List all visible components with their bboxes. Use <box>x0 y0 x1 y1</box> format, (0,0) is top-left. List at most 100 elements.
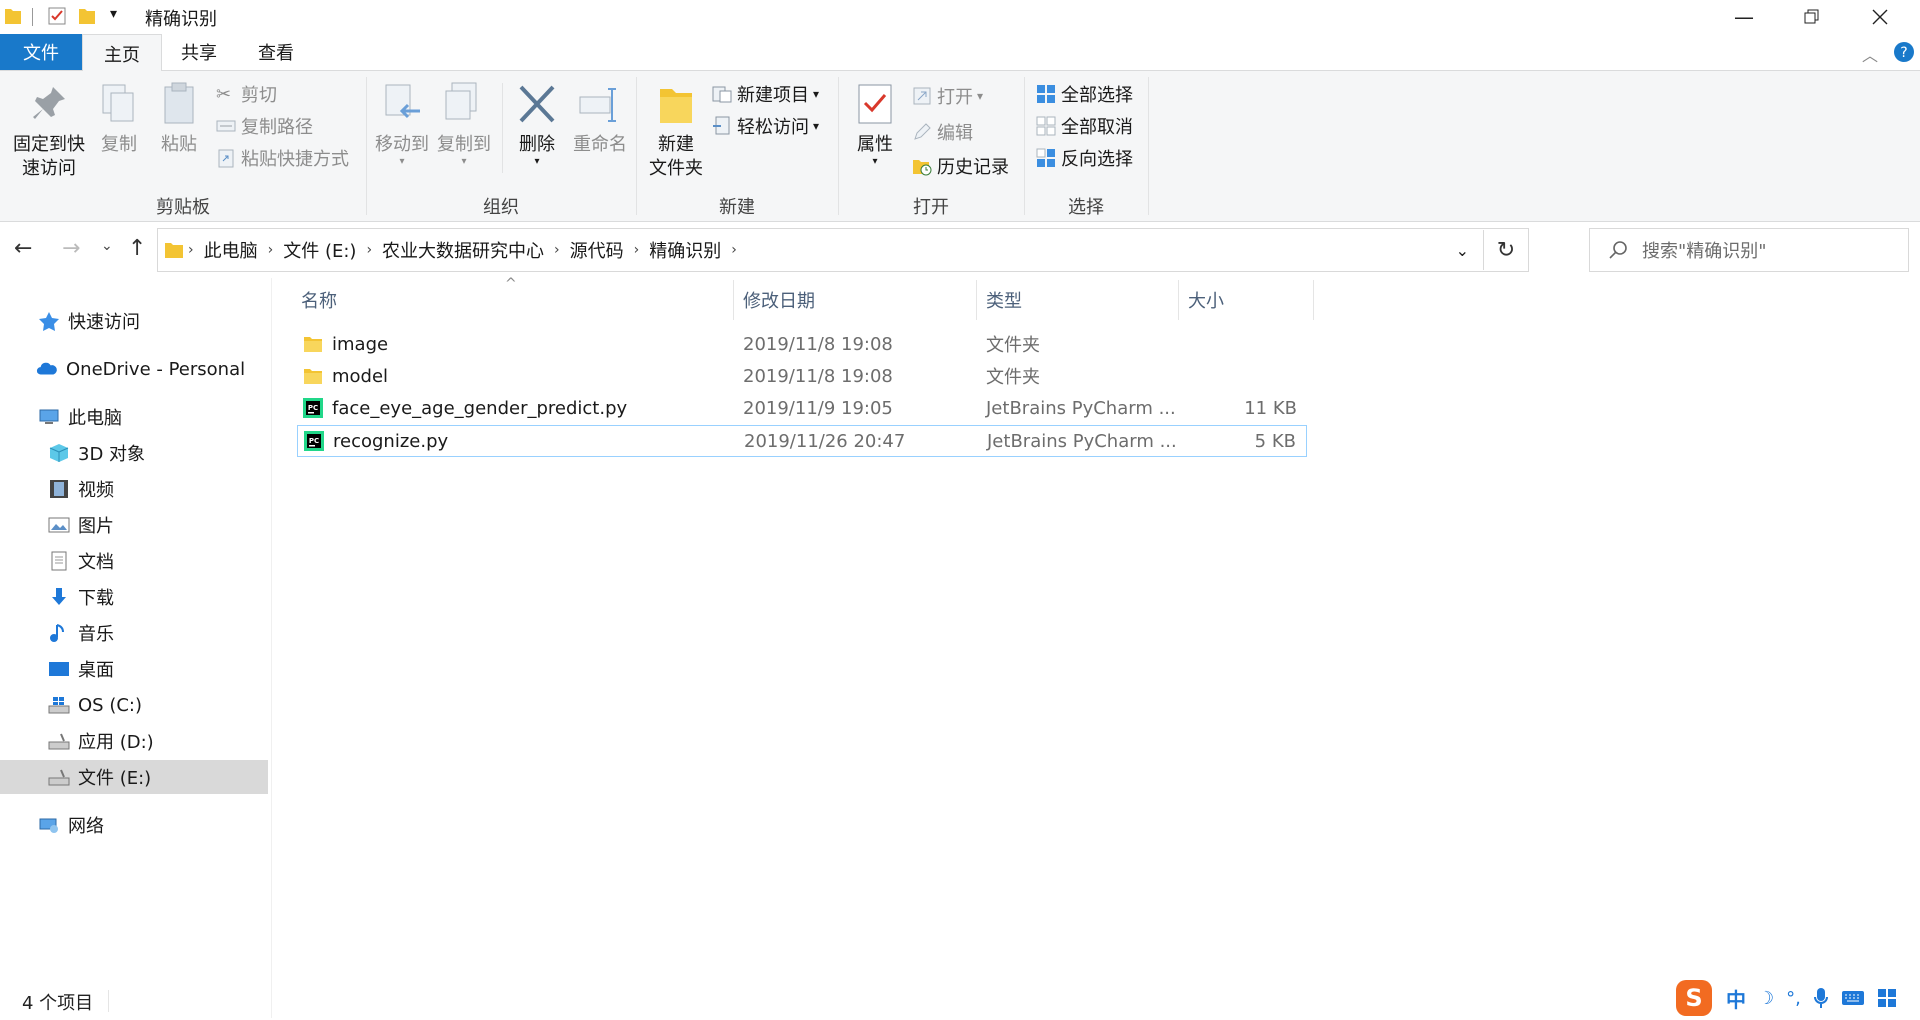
paste-button[interactable]: 粘贴 <box>154 81 204 157</box>
drive-icon <box>48 733 70 750</box>
nav-documents[interactable]: 文档 <box>0 544 268 578</box>
new-item-label: 新建项目 <box>737 85 809 106</box>
column-divider[interactable] <box>1178 280 1179 320</box>
copy-path-button[interactable]: 复制路径 <box>216 113 313 139</box>
crumb-source-code[interactable]: 源代码 <box>570 237 624 263</box>
chevron-right-icon[interactable]: › <box>554 242 560 258</box>
crumb-research-center[interactable]: 农业大数据研究中心 <box>382 237 544 263</box>
scissors-icon: ✂ <box>216 84 232 105</box>
minimize-button[interactable]: — <box>1710 0 1778 34</box>
chevron-right-icon[interactable]: › <box>731 242 737 258</box>
rename-button[interactable]: 重命名 <box>570 81 630 157</box>
microphone-icon[interactable] <box>1813 987 1829 1009</box>
nav-onedrive[interactable]: OneDrive - Personal <box>0 352 268 386</box>
easy-access-button[interactable]: 轻松访问 ▾ <box>712 113 819 139</box>
nav-3d-objects[interactable]: 3D 对象 <box>0 436 268 470</box>
move-to-label: 移动到 <box>375 134 429 155</box>
select-none-button[interactable]: 全部取消 <box>1036 113 1133 139</box>
ime-mode-label[interactable]: 中 <box>1726 984 1746 1013</box>
chevron-right-icon[interactable]: › <box>366 242 372 258</box>
music-icon <box>50 624 64 642</box>
chevron-right-icon[interactable]: › <box>634 242 640 258</box>
column-header-name[interactable]: 名称 <box>301 284 337 316</box>
forward-button[interactable]: → <box>62 236 80 261</box>
new-item-button[interactable]: 新建项目 ▾ <box>712 81 819 107</box>
file-row[interactable]: model 2019/11/8 19:08 文件夹 <box>297 361 1307 391</box>
copy-to-icon <box>445 82 477 120</box>
toolbox-grid-icon[interactable] <box>1877 988 1897 1008</box>
nav-drive-c[interactable]: OS (C:) <box>0 688 268 722</box>
close-button[interactable] <box>1846 0 1914 34</box>
edit-button[interactable]: 编辑 <box>912 119 973 145</box>
nav-network[interactable]: 网络 <box>0 808 268 842</box>
tab-file[interactable]: 文件 <box>0 34 82 70</box>
desktop-icon <box>49 662 69 676</box>
column-divider[interactable] <box>733 280 734 320</box>
search-icon <box>1609 241 1627 259</box>
address-dropdown-icon[interactable]: ⌄ <box>1456 241 1469 260</box>
column-divider[interactable] <box>1313 280 1314 320</box>
pin-quick-access-button[interactable]: 固定到快 速访问 <box>10 81 88 181</box>
back-button[interactable]: ← <box>14 236 32 261</box>
search-box[interactable]: 搜索"精确识别" <box>1589 228 1909 272</box>
restore-button[interactable] <box>1778 0 1846 34</box>
nav-desktop[interactable]: 桌面 <box>0 652 268 686</box>
nav-drive-e[interactable]: 文件 (E:) <box>0 760 268 794</box>
pane-divider[interactable] <box>271 278 272 1018</box>
nav-label: 下载 <box>78 588 114 609</box>
open-button[interactable]: 打开 ▾ <box>912 83 983 109</box>
column-divider[interactable] <box>976 280 977 320</box>
keyboard-icon[interactable] <box>1841 989 1865 1007</box>
tab-share[interactable]: 共享 <box>162 34 236 70</box>
chevron-right-icon[interactable]: › <box>268 242 274 258</box>
crumb-drive-e[interactable]: 文件 (E:) <box>283 237 356 263</box>
nav-videos[interactable]: 视频 <box>0 472 268 506</box>
file-type: 文件夹 <box>986 367 1040 388</box>
recent-locations-dropdown-icon[interactable]: ⌄ <box>101 238 113 254</box>
nav-this-pc[interactable]: 此电脑 <box>0 400 268 434</box>
move-to-button[interactable]: 移动到 ▾ <box>372 81 432 167</box>
select-all-icon <box>1037 85 1055 103</box>
crumb-current-folder[interactable]: 精确识别 <box>649 237 721 263</box>
select-all-button[interactable]: 全部选择 <box>1036 81 1133 107</box>
address-bar[interactable]: › 此电脑 › 文件 (E:) › 农业大数据研究中心 › 源代码 › 精确识别… <box>157 228 1529 272</box>
cloud-icon <box>36 362 57 375</box>
invert-selection-button[interactable]: 反向选择 <box>1036 145 1133 171</box>
crumb-this-pc[interactable]: 此电脑 <box>204 237 258 263</box>
file-row-selected[interactable]: PC recognize.py 2019/11/26 20:47 JetBrai… <box>297 425 1307 457</box>
copy-to-button[interactable]: 复制到 ▾ <box>434 81 494 167</box>
sogou-logo-icon[interactable]: S <box>1674 978 1714 1018</box>
pin-icon <box>33 87 65 119</box>
tab-view[interactable]: 查看 <box>238 34 314 70</box>
new-folder-icon[interactable] <box>78 6 96 26</box>
copy-button[interactable]: 复制 <box>94 81 144 157</box>
invert-selection-label: 反向选择 <box>1061 149 1133 170</box>
up-button[interactable]: ↑ <box>128 236 146 261</box>
cut-button[interactable]: ✂ 剪切 <box>216 81 277 107</box>
file-row[interactable]: image 2019/11/8 19:08 文件夹 <box>297 329 1307 359</box>
tab-home[interactable]: 主页 <box>82 34 162 72</box>
file-row[interactable]: PC face_eye_age_gender_predict.py 2019/1… <box>297 393 1307 423</box>
nav-downloads[interactable]: 下载 <box>0 580 268 614</box>
properties-check-icon[interactable] <box>47 6 67 26</box>
nav-pictures[interactable]: 图片 <box>0 508 268 542</box>
qat-dropdown-icon[interactable]: ▾ <box>110 6 117 22</box>
moon-icon[interactable]: ☽ <box>1758 988 1774 1009</box>
refresh-icon[interactable]: ↻ <box>1484 238 1528 263</box>
nav-music[interactable]: 音乐 <box>0 616 268 650</box>
nav-drive-d[interactable]: 应用 (D:) <box>0 724 268 758</box>
delete-button[interactable]: 删除 ▾ <box>510 81 564 167</box>
punctuation-icon[interactable]: °, <box>1786 988 1801 1009</box>
history-button[interactable]: 历史记录 <box>912 153 1009 179</box>
collapse-ribbon-icon[interactable]: ︿ <box>1862 42 1878 66</box>
help-icon[interactable]: ? <box>1893 41 1915 63</box>
properties-button[interactable]: 属性 ▾ <box>848 81 902 167</box>
new-folder-button[interactable]: 新建 文件夹 <box>644 81 708 181</box>
new-folder-label-line2: 文件夹 <box>649 158 703 179</box>
paste-shortcut-button[interactable]: 粘贴快捷方式 <box>216 145 349 171</box>
file-type: JetBrains PyCharm ... <box>987 430 1177 452</box>
column-header-date[interactable]: 修改日期 <box>743 284 815 316</box>
nav-quick-access[interactable]: 快速访问 <box>0 304 268 338</box>
column-header-size[interactable]: 大小 <box>1188 284 1224 316</box>
column-header-type[interactable]: 类型 <box>986 284 1022 316</box>
